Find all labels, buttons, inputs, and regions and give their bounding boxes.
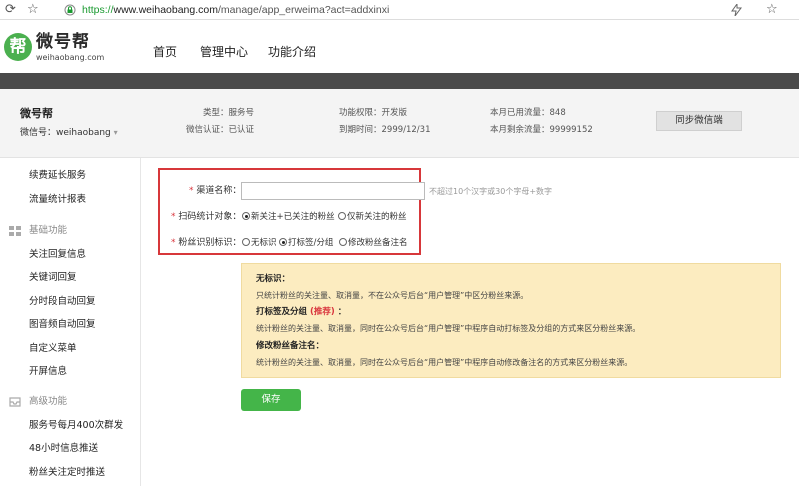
logo-icon[interactable]: 帮 bbox=[4, 33, 32, 61]
bookmark-star-icon[interactable]: ☆ bbox=[27, 1, 39, 19]
grid-icon bbox=[9, 226, 21, 236]
account-info-bar: 微号帮 微信号：weihaobang ▾ 类型：服务号 微信认证：已认证 功能权… bbox=[0, 89, 799, 158]
explain-heading-tag: 打标签及分组 (推荐) ： bbox=[256, 307, 347, 317]
chevron-down-icon: ▾ bbox=[113, 128, 118, 137]
star-icon[interactable]: ☆ bbox=[766, 1, 778, 19]
radio-mark-none[interactable]: 无标识 bbox=[242, 237, 277, 249]
explain-text-tag: 统计粉丝的关注量、取消量，同时在公众号后台“用户管理”中程序自动打标签及分组的方… bbox=[256, 324, 641, 333]
radio-target-all[interactable]: 新关注+已关注的粉丝 bbox=[242, 211, 335, 223]
site-header: 帮 微号帮 weihaobang.com 首页 管理中心 功能介绍 bbox=[0, 20, 799, 73]
nav-features[interactable]: 功能介绍 bbox=[268, 44, 316, 60]
sidebar-group-basic: 基础功能 bbox=[29, 225, 68, 236]
logo-domain: weihaobang.com bbox=[36, 53, 105, 62]
refresh-icon[interactable]: ⟳ bbox=[5, 1, 16, 19]
fan-mark-label: * 粉丝识别标识： bbox=[171, 238, 242, 248]
recommended-badge: (推荐) bbox=[309, 307, 335, 317]
account-type: 类型：服务号 bbox=[203, 108, 255, 118]
account-verify: 微信认证：已认证 bbox=[186, 125, 255, 135]
radio-button[interactable] bbox=[339, 238, 347, 246]
radio-button[interactable] bbox=[242, 238, 250, 246]
sidebar-item-mass-send[interactable]: 服务号每月400次群发 bbox=[29, 420, 123, 432]
logo-name[interactable]: 微号帮 bbox=[36, 32, 90, 52]
sync-wechat-button[interactable]: 同步微信端 bbox=[656, 111, 742, 131]
sidebar-item-renew[interactable]: 续费延长服务 bbox=[29, 170, 86, 182]
used-traffic: 本月已用流量：848 bbox=[490, 108, 566, 118]
account-permission: 功能权限：开发版 bbox=[339, 108, 408, 118]
explain-heading-none: 无标识： bbox=[256, 274, 291, 284]
sidebar: 续费延长服务 流量统计报表 基础功能 关注回复信息 关键词回复 分时段自动回复 … bbox=[0, 158, 141, 486]
share-icon[interactable] bbox=[731, 4, 742, 16]
sidebar-item-splash[interactable]: 开屏信息 bbox=[29, 366, 67, 378]
radio-button-selected[interactable] bbox=[279, 238, 287, 246]
channel-name-hint: 不超过10个汉字或30个字母+数字 bbox=[429, 187, 553, 196]
account-switcher[interactable]: 微信号：weihaobang ▾ bbox=[20, 125, 118, 138]
explain-text-none: 只统计粉丝的关注量、取消量，不在公众号后台“用户管理”中区分粉丝来源。 bbox=[256, 291, 529, 300]
browser-toolbar: ⟳ ☆ https://www.weihaobang.com/manage/ap… bbox=[0, 0, 799, 20]
sidebar-item-keyword-reply[interactable]: 关键词回复 bbox=[29, 272, 77, 284]
sidebar-item-custom-menu[interactable]: 自定义菜单 bbox=[29, 343, 77, 355]
sidebar-item-scheduled-push[interactable]: 粉丝关注定时推送 bbox=[29, 467, 105, 479]
address-bar[interactable]: https://www.weihaobang.com/manage/app_er… bbox=[82, 3, 389, 17]
header-divider bbox=[0, 73, 799, 89]
sidebar-item-follow-reply[interactable]: 关注回复信息 bbox=[29, 249, 86, 261]
nav-home[interactable]: 首页 bbox=[153, 44, 177, 60]
radio-button-selected[interactable] bbox=[242, 212, 250, 220]
sidebar-item-traffic-report[interactable]: 流量统计报表 bbox=[29, 194, 86, 206]
secure-lock-icon bbox=[64, 4, 76, 16]
save-button[interactable]: 保存 bbox=[241, 389, 301, 411]
radio-button[interactable] bbox=[338, 212, 346, 220]
nav-management[interactable]: 管理中心 bbox=[200, 44, 248, 60]
scan-target-label: * 扫码统计对象： bbox=[171, 212, 242, 222]
explanation-panel: 无标识： 只统计粉丝的关注量、取消量，不在公众号后台“用户管理”中区分粉丝来源。… bbox=[241, 263, 781, 378]
wechat-id: 微信号：weihaobang bbox=[20, 128, 111, 138]
sidebar-item-media-reply[interactable]: 图音频自动回复 bbox=[29, 319, 96, 331]
sidebar-item-48h-push[interactable]: 48小时信息推送 bbox=[29, 443, 98, 455]
url-scheme: https:// bbox=[82, 4, 114, 16]
channel-name-input[interactable] bbox=[241, 182, 425, 200]
inbox-icon bbox=[9, 397, 21, 407]
explain-text-remark: 统计粉丝的关注量、取消量，同时在公众号后台“用户管理”中程序自动修改备注名的方式… bbox=[256, 358, 633, 367]
radio-mark-remark[interactable]: 修改粉丝备注名 bbox=[339, 237, 408, 249]
url-path: /manage/app_erweima?act=addxinxi bbox=[218, 4, 390, 16]
remain-traffic: 本月剩余流量：99999152 bbox=[490, 125, 593, 135]
channel-name-label: * 渠道名称： bbox=[189, 186, 242, 196]
radio-mark-tag-group[interactable]: 打标签/分组 bbox=[279, 237, 333, 249]
account-name: 微号帮 bbox=[20, 107, 53, 120]
url-host: www.weihaobang.com bbox=[113, 4, 218, 16]
sidebar-item-timed-reply[interactable]: 分时段自动回复 bbox=[29, 296, 96, 308]
sidebar-group-advanced: 高级功能 bbox=[29, 396, 68, 407]
radio-target-new-only[interactable]: 仅新关注的粉丝 bbox=[338, 211, 407, 223]
account-expire: 到期时间：2999/12/31 bbox=[339, 125, 431, 135]
explain-heading-remark: 修改粉丝备注名： bbox=[256, 341, 325, 351]
